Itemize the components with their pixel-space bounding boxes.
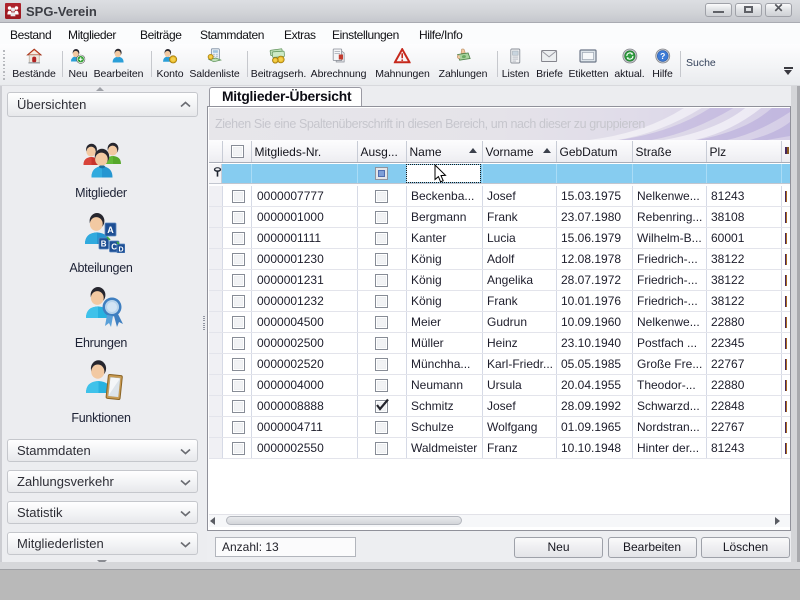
svg-text:?: ? <box>660 51 665 61</box>
svg-text:D: D <box>118 247 123 254</box>
svg-text:B: B <box>101 240 107 249</box>
svg-text:A: A <box>107 225 114 235</box>
svg-text:C: C <box>111 243 117 252</box>
